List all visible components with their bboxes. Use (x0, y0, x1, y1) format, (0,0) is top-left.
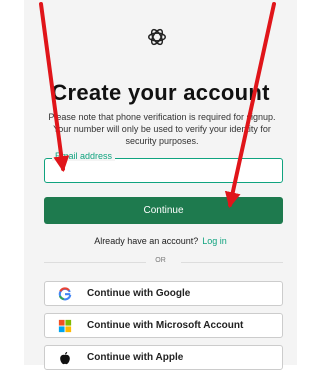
login-link[interactable]: Log in (202, 236, 227, 246)
apple-icon (60, 351, 70, 365)
continue-button[interactable]: Continue (44, 197, 283, 224)
microsoft-icon (58, 319, 72, 333)
apple-signin-label: Continue with Apple (87, 352, 184, 363)
google-signin-label: Continue with Google (87, 288, 191, 299)
apple-signin-button[interactable]: Continue with Apple (44, 345, 283, 370)
microsoft-signin-button[interactable]: Continue with Microsoft Account (44, 313, 283, 338)
microsoft-signin-label: Continue with Microsoft Account (87, 320, 244, 331)
email-input[interactable] (45, 159, 282, 182)
login-prompt: Already have an account? Log in (0, 236, 321, 246)
page-title: Create your account (51, 80, 270, 105)
email-field[interactable] (44, 158, 283, 183)
google-icon (58, 287, 72, 301)
divider-right (181, 262, 283, 263)
google-signin-button[interactable]: Continue with Google (44, 281, 283, 306)
verification-note: Please note that phone verification is r… (48, 112, 276, 146)
openai-logo-icon (148, 28, 166, 46)
email-field-label: Email address (52, 151, 116, 161)
login-prompt-text: Already have an account? (94, 236, 199, 246)
